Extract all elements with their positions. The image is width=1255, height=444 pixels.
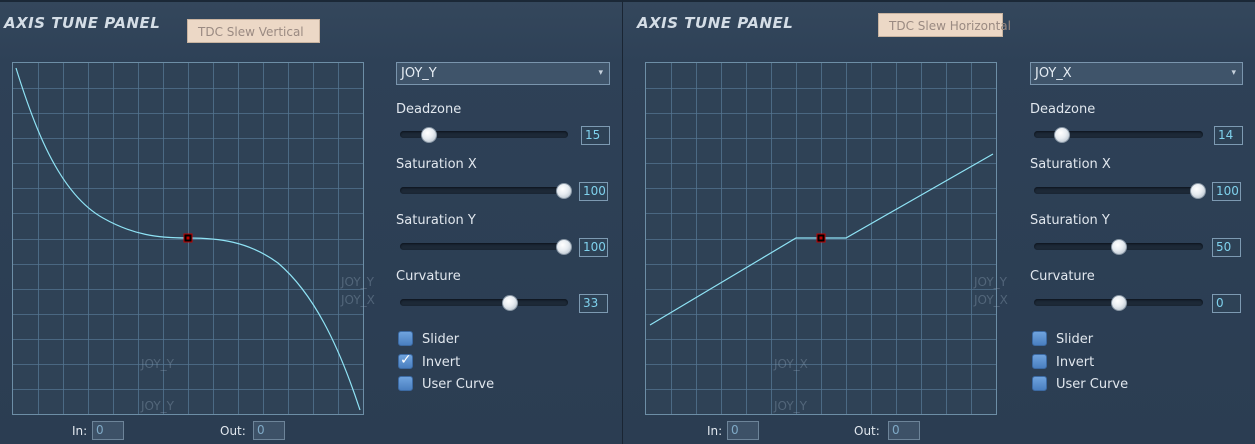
saturation-y-value[interactable]: 50	[1212, 238, 1241, 257]
in-label: In:	[707, 424, 723, 438]
saturation-x-value[interactable]: 100	[1212, 182, 1241, 201]
curvature-slider-thumb[interactable]	[502, 295, 518, 311]
response-curve-graph: JOY_Y JOY_X JOY_X JOY_Y	[645, 62, 1008, 415]
out-label: Out:	[854, 424, 880, 438]
axis-select-dropdown[interactable]: JOY_Y ▾	[396, 62, 610, 85]
user-curve-checkbox[interactable]	[1032, 376, 1047, 391]
curve-svg	[13, 63, 363, 414]
saturation-x-slider-track[interactable]	[1034, 187, 1203, 194]
saturation-x-slider-thumb[interactable]	[1190, 183, 1206, 199]
deadzone-slider-thumb[interactable]	[421, 127, 437, 143]
user-curve-checkbox-label: User Curve	[1056, 377, 1129, 392]
chevron-down-icon[interactable]: ▾	[598, 63, 603, 84]
saturation-y-slider-thumb[interactable]	[556, 239, 572, 255]
saturation-x-slider-track[interactable]	[400, 187, 568, 194]
response-curve-graph: JOY_Y JOY_X JOY_Y JOY_Y	[12, 62, 375, 415]
out-value-field[interactable]: 0	[253, 421, 285, 440]
user-curve-checkbox[interactable]	[398, 376, 413, 391]
panel-title: AXIS TUNE PANEL	[4, 14, 161, 32]
saturation-y-slider-thumb[interactable]	[1111, 239, 1127, 255]
slider-checkbox[interactable]	[398, 331, 413, 346]
axis-select-dropdown[interactable]: JOY_X ▾	[1030, 62, 1243, 85]
saturation-y-slider-track[interactable]	[400, 243, 568, 250]
axis-tune-panel-horizontal: AXIS TUNE PANEL TDC Slew Horizontal JOY_…	[623, 0, 1255, 444]
in-label: In:	[72, 424, 88, 438]
out-label: Out:	[220, 424, 246, 438]
in-value-field[interactable]: 0	[727, 421, 759, 440]
axis-select-value: JOY_Y	[401, 66, 437, 81]
saturation-y-label: Saturation Y	[396, 213, 476, 228]
saturation-x-slider-thumb[interactable]	[556, 183, 572, 199]
curvature-label: Curvature	[1030, 269, 1095, 284]
curvature-slider-thumb[interactable]	[1111, 295, 1127, 311]
invert-checkbox-label: Invert	[1056, 355, 1095, 370]
chevron-down-icon[interactable]: ▾	[1231, 63, 1236, 84]
check-icon: ✓	[400, 352, 412, 368]
invert-checkbox-label: Invert	[422, 355, 461, 370]
saturation-x-value[interactable]: 100	[579, 182, 608, 201]
slider-checkbox-label: Slider	[1056, 332, 1094, 347]
saturation-x-label: Saturation X	[1030, 157, 1111, 172]
curvature-value[interactable]: 0	[1212, 294, 1241, 313]
deadzone-value[interactable]: 14	[1214, 126, 1243, 145]
curvature-value[interactable]: 33	[579, 294, 608, 313]
invert-checkbox[interactable]	[1032, 354, 1047, 369]
deadzone-value[interactable]: 15	[581, 126, 610, 145]
axis-select-value: JOY_X	[1035, 66, 1072, 81]
curvature-slider-track[interactable]	[400, 299, 568, 306]
in-value-field[interactable]: 0	[92, 421, 124, 440]
axis-name-tab[interactable]: TDC Slew Vertical	[187, 19, 320, 43]
invert-checkbox[interactable]: ✓	[398, 352, 413, 369]
curvature-label: Curvature	[396, 269, 461, 284]
deadzone-slider-thumb[interactable]	[1054, 127, 1070, 143]
axis-tune-panel-vertical: AXIS TUNE PANEL TDC Slew Vertical JOY_Y …	[0, 0, 623, 444]
saturation-y-value[interactable]: 100	[579, 238, 608, 257]
slider-checkbox-label: Slider	[422, 332, 460, 347]
out-value-field[interactable]: 0	[888, 421, 920, 440]
axis-name-tab[interactable]: TDC Slew Horizontal	[878, 13, 1011, 37]
slider-checkbox[interactable]	[1032, 331, 1047, 346]
curve-svg	[646, 63, 996, 414]
deadzone-label: Deadzone	[1030, 102, 1096, 117]
saturation-x-label: Saturation X	[396, 157, 477, 172]
saturation-y-label: Saturation Y	[1030, 213, 1110, 228]
deadzone-label: Deadzone	[396, 102, 462, 117]
panel-title: AXIS TUNE PANEL	[637, 14, 794, 32]
user-curve-checkbox-label: User Curve	[422, 377, 495, 392]
